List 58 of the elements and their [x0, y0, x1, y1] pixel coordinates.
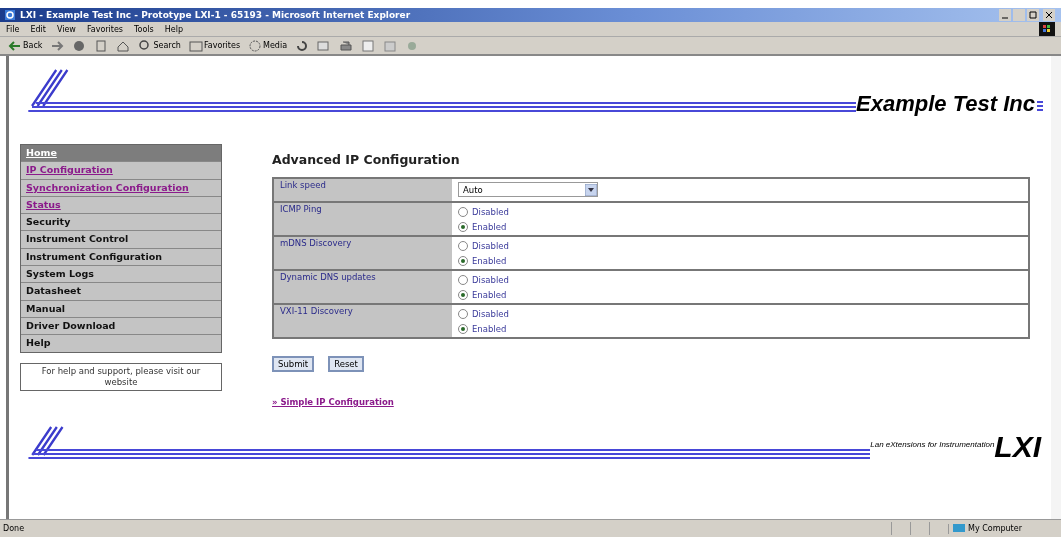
radio-option[interactable]: Disabled: [458, 272, 1022, 287]
sidebar-item[interactable]: Status: [21, 196, 221, 215]
menu-item[interactable]: Edit: [30, 24, 46, 34]
sidebar-item[interactable]: Synchronization Configuration: [21, 179, 221, 197]
radio-option[interactable]: Disabled: [458, 306, 1022, 321]
search-button[interactable]: Search: [136, 38, 183, 53]
form-button[interactable]: Reset: [328, 356, 364, 372]
back-button[interactable]: Back: [6, 38, 45, 53]
stripe-end-drawing: [1037, 101, 1043, 113]
link-speed-dropdown[interactable]: Auto: [458, 182, 598, 197]
security-zone: My Computer: [948, 523, 1058, 534]
sidebar-item[interactable]: Home: [21, 145, 221, 163]
sidebar-item[interactable]: Driver Download: [21, 317, 221, 336]
history-icon: [295, 39, 310, 52]
sidebar-item[interactable]: Security: [21, 214, 221, 232]
window-title: LXI - Example Test Inc - Prototype LXI-1 - 65193 - Microsoft Internet Explorer: [20, 10, 411, 20]
sidebar-item[interactable]: IP Configuration: [21, 162, 221, 180]
table-cell: Dynamic DNS updates: [273, 270, 452, 304]
scrollbar[interactable]: [1051, 56, 1061, 519]
sidebar-item[interactable]: System Logs: [21, 266, 221, 284]
help-note: For help and support, please visit our website: [20, 362, 222, 391]
sidebar-item[interactable]: Instrument Control: [21, 231, 221, 249]
menu-item[interactable]: Help: [164, 24, 183, 34]
table-cell: ICMP Ping: [273, 202, 452, 236]
status-text: Done: [3, 524, 25, 533]
menu-item[interactable]: Tools: [134, 24, 154, 34]
radio-option[interactable]: Enabled: [458, 287, 1022, 302]
page-heading: Advanced IP Configuration: [272, 152, 461, 167]
sidebar-item[interactable]: Help: [21, 335, 221, 352]
table-cell: mDNS Discovery: [273, 236, 452, 270]
menu-item[interactable]: View: [56, 24, 76, 34]
sidebar-item[interactable]: Instrument Configuration: [21, 248, 221, 267]
windows-logo-icon: [1039, 22, 1055, 36]
radio-option[interactable]: Enabled: [458, 253, 1022, 268]
lxi-logo: LXI: [994, 433, 1041, 461]
sidebar-item[interactable]: Manual: [21, 300, 221, 318]
radio-option[interactable]: Enabled: [458, 321, 1022, 336]
menu-item[interactable]: Favorites: [86, 24, 123, 34]
computer-icon: [953, 523, 965, 534]
tagline: Lan eXtensions for Instrumentation: [870, 440, 995, 449]
back-arrow-icon: [8, 39, 22, 52]
table-cell: VXI-11 Discovery: [273, 304, 452, 338]
forward-arrow-icon: [50, 39, 65, 52]
table-cell: Link speed: [273, 178, 452, 202]
window-controls-icon[interactable]: [999, 9, 1057, 21]
browser-icon: [4, 9, 16, 21]
simple-config-link[interactable]: » Simple IP Configuration: [272, 397, 394, 407]
radio-option[interactable]: Disabled: [458, 204, 1022, 219]
favorites-button[interactable]: Favorites: [186, 38, 243, 53]
caret-icon: [585, 183, 597, 196]
company-name: Example Test Inc: [856, 94, 1035, 114]
home-icon: [116, 39, 131, 52]
form-button[interactable]: Submit: [272, 356, 315, 372]
radio-option[interactable]: Disabled: [458, 238, 1022, 253]
menu-item[interactable]: File: [6, 24, 20, 34]
radio-option[interactable]: Enabled: [458, 219, 1022, 234]
media-button[interactable]: Media: [246, 38, 290, 53]
sidebar-item[interactable]: Datasheet: [21, 283, 221, 301]
